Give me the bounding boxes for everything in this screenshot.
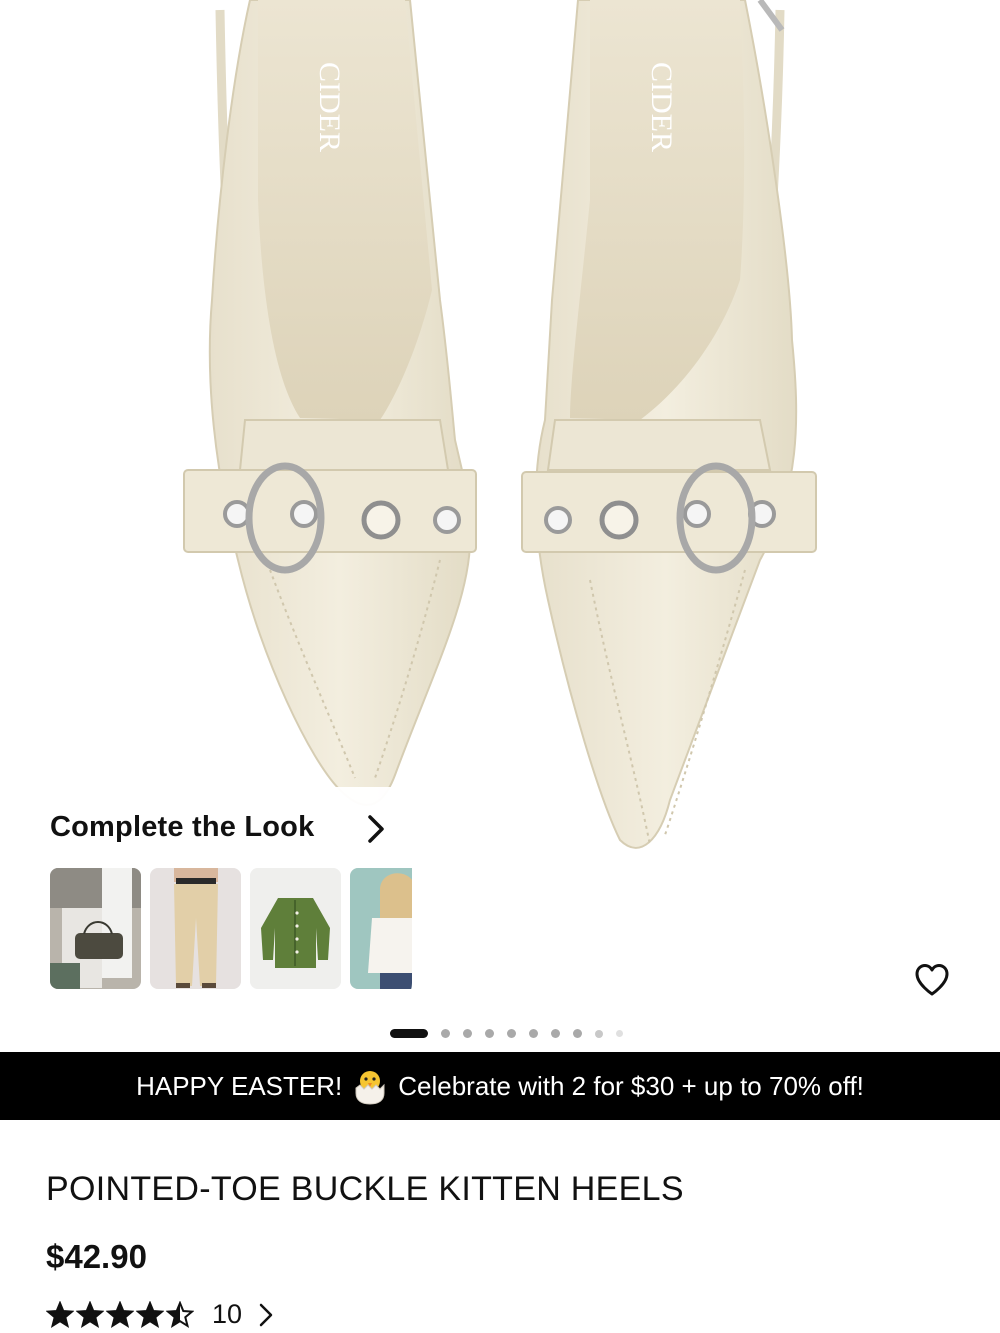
- carousel-dot[interactable]: [441, 1029, 450, 1038]
- carousel-dot[interactable]: [390, 1029, 428, 1038]
- look-thumbnails: [50, 868, 412, 989]
- product-price: $42.90: [46, 1238, 147, 1275]
- product-title: POINTED-TOE BUCKLE KITTEN HEELS: [46, 1170, 684, 1208]
- carousel-dot[interactable]: [551, 1029, 560, 1038]
- chevron-right-icon[interactable]: [364, 813, 388, 845]
- carousel-dot[interactable]: [507, 1029, 516, 1038]
- thumbnail-beige-trousers[interactable]: [150, 868, 241, 989]
- image-carousel-indicator[interactable]: [390, 1029, 623, 1038]
- star-full-icon: [46, 1301, 74, 1328]
- thumbnail-street-bag-look[interactable]: [50, 868, 141, 989]
- heart-icon: [915, 964, 949, 996]
- star-full-icon: [76, 1301, 104, 1328]
- carousel-dot[interactable]: [529, 1029, 538, 1038]
- product-image[interactable]: CIDER CIDER Complete the Look: [0, 0, 1000, 1052]
- complete-the-look-title: Complete the Look: [50, 811, 315, 843]
- promo-text-left: HAPPY EASTER!: [136, 1070, 343, 1101]
- promo-banner[interactable]: HAPPY EASTER! Celebrate with 2 for $30 +…: [0, 1052, 1000, 1120]
- complete-the-look-card[interactable]: Complete the Look: [30, 787, 412, 1005]
- review-count: 10: [212, 1299, 243, 1329]
- star-full-icon: [136, 1301, 164, 1328]
- product-rating[interactable]: 10: [46, 1299, 274, 1330]
- brand-logo-left: CIDER: [313, 62, 346, 152]
- hatching-chick-icon: [355, 1071, 385, 1105]
- star-full-icon: [106, 1301, 134, 1328]
- star-rating: [46, 1301, 194, 1328]
- thumbnail-green-cardigan[interactable]: [250, 868, 341, 989]
- carousel-dot[interactable]: [616, 1030, 623, 1037]
- carousel-dot[interactable]: [595, 1029, 603, 1038]
- chevron-right-icon: [259, 1303, 273, 1326]
- brand-logo-right: CIDER: [645, 62, 678, 152]
- thumbnail-white-knit-cardigan[interactable]: [350, 868, 412, 989]
- promo-text-right: Celebrate with 2 for $30 + up to 70% off…: [398, 1070, 864, 1101]
- carousel-dot[interactable]: [573, 1029, 582, 1038]
- star-half-icon: [166, 1301, 194, 1328]
- wishlist-button[interactable]: [900, 948, 964, 1012]
- carousel-dot[interactable]: [463, 1029, 472, 1038]
- carousel-dot[interactable]: [485, 1029, 494, 1038]
